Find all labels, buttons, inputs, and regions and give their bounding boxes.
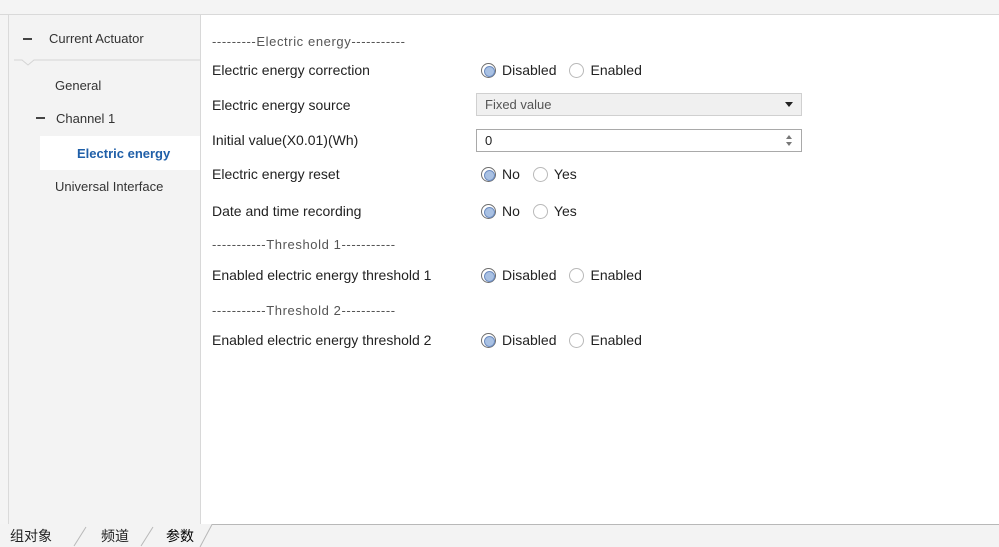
tree-root-current-actuator[interactable]: Current Actuator — [23, 30, 144, 48]
radio-option-enabled[interactable]: Enabled — [569, 62, 642, 78]
spinner-down-icon[interactable] — [786, 142, 792, 146]
row-label: Electric energy source — [212, 97, 351, 113]
row-electric-energy-correction: Electric energy correction Disabled Enab… — [201, 61, 999, 79]
radio-option-label: No — [502, 203, 520, 219]
radio-group: Disabled Enabled — [481, 266, 655, 284]
tree-header-divider — [14, 59, 200, 66]
radio-group: Disabled Enabled — [481, 331, 655, 349]
radio-circle[interactable] — [569, 267, 585, 283]
row-electric-energy-source: Electric energy source Fixed value — [201, 93, 999, 116]
radio-option-label: Disabled — [502, 62, 557, 78]
section-header-threshold-1: -----------Threshold 1----------- — [212, 237, 396, 252]
bottom-tab-bar: 组对象 频道 参数 — [0, 524, 999, 547]
radio-circle[interactable] — [481, 267, 496, 283]
sidebar-item-electric-energy[interactable]: Electric energy — [40, 136, 200, 170]
radio-option-disabled[interactable]: Disabled — [481, 332, 556, 348]
collapse-icon[interactable] — [36, 117, 45, 119]
row-date-time-recording: Date and time recording No Yes — [201, 202, 999, 220]
radio-option-enabled[interactable]: Enabled — [569, 267, 642, 283]
sidebar-item-channel-1[interactable]: Channel 1 — [36, 101, 200, 135]
spinner-up-icon[interactable] — [786, 135, 792, 139]
row-label: Electric energy correction — [212, 62, 370, 78]
row-label: Electric energy reset — [212, 166, 340, 182]
tab-parameters[interactable]: 参数 — [166, 527, 194, 546]
row-label: Enabled electric energy threshold 1 — [212, 267, 432, 283]
sidebar-item-label: Electric energy — [77, 145, 171, 161]
chevron-down-icon[interactable] — [785, 102, 793, 107]
radio-circle[interactable] — [481, 62, 496, 78]
row-label: Date and time recording — [212, 203, 362, 219]
radio-group: Disabled Enabled — [481, 61, 655, 79]
sidebar-item-label: Channel 1 — [56, 110, 116, 126]
radio-option-label: Enabled — [590, 332, 642, 348]
row-initial-value: Initial value(X0.01)(Wh) 0 — [201, 129, 999, 152]
section-header-electric-energy: ---------Electric energy----------- — [212, 34, 406, 49]
radio-circle[interactable] — [569, 62, 585, 78]
radio-option-label: Disabled — [502, 332, 557, 348]
row-label: Initial value(X0.01)(Wh) — [212, 132, 359, 148]
radio-option-enabled[interactable]: Enabled — [569, 332, 642, 348]
radio-option-disabled[interactable]: Disabled — [481, 62, 556, 78]
row-threshold-1: Enabled electric energy threshold 1 Disa… — [201, 266, 999, 284]
tab-separators — [73, 524, 999, 547]
section-header-threshold-2: -----------Threshold 2----------- — [212, 303, 396, 318]
tree-root-label: Current Actuator — [49, 31, 144, 46]
radio-option-label: Enabled — [590, 62, 642, 78]
row-label: Enabled electric energy threshold 2 — [212, 332, 432, 348]
radio-option-label: Yes — [553, 166, 577, 182]
electric-energy-source-dropdown[interactable]: Fixed value — [476, 93, 802, 116]
radio-option-label: No — [502, 166, 520, 182]
radio-option-no[interactable]: No — [481, 166, 520, 182]
radio-group: No Yes — [481, 165, 590, 183]
sidebar-item-label: General — [55, 77, 102, 93]
sidebar-tree: Current Actuator General Channel 1 Elect… — [9, 15, 200, 524]
collapse-icon[interactable] — [23, 38, 32, 40]
radio-option-label: Enabled — [590, 267, 642, 283]
radio-option-yes[interactable]: Yes — [532, 203, 577, 219]
radio-circle[interactable] — [481, 203, 496, 219]
radio-circle[interactable] — [569, 332, 585, 348]
radio-option-yes[interactable]: Yes — [532, 166, 577, 182]
sidebar-item-universal-interface[interactable]: Universal Interface — [40, 169, 200, 203]
sidebar-item-general[interactable]: General — [40, 68, 200, 102]
radio-option-no[interactable]: No — [481, 203, 520, 219]
radio-circle[interactable] — [532, 203, 548, 219]
row-threshold-2: Enabled electric energy threshold 2 Disa… — [201, 331, 999, 349]
radio-circle[interactable] — [532, 166, 548, 182]
tab-group-objects[interactable]: 组对象 — [10, 527, 52, 546]
tab-channels[interactable]: 频道 — [101, 527, 129, 546]
input-value: 0 — [485, 133, 493, 148]
radio-option-disabled[interactable]: Disabled — [481, 267, 556, 283]
radio-option-label: Yes — [553, 203, 577, 219]
sidebar-item-label: Universal Interface — [55, 178, 164, 194]
dropdown-value: Fixed value — [485, 97, 552, 112]
radio-circle[interactable] — [481, 166, 496, 182]
radio-group: No Yes — [481, 202, 590, 220]
initial-value-input[interactable]: 0 — [476, 129, 802, 152]
parameter-panel: ---------Electric energy----------- Elec… — [201, 15, 999, 524]
radio-option-label: Disabled — [502, 267, 557, 283]
row-electric-energy-reset: Electric energy reset No Yes — [201, 165, 999, 183]
radio-circle[interactable] — [481, 332, 496, 348]
